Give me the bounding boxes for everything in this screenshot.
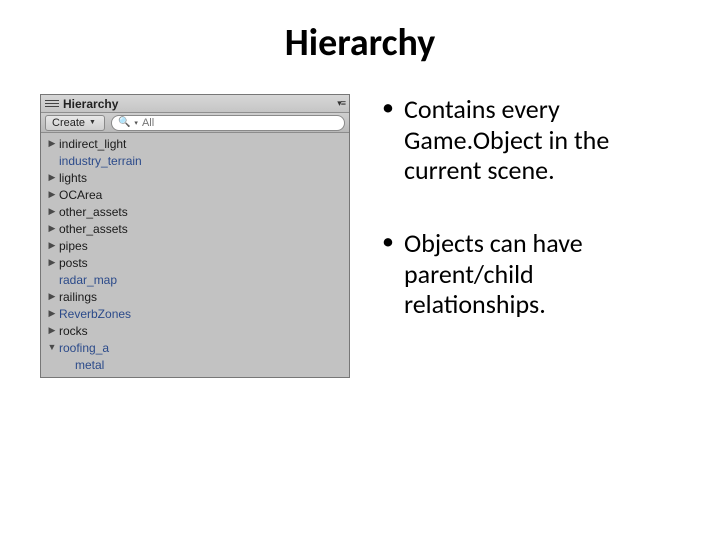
chevron-down-icon: ▼ bbox=[89, 119, 96, 126]
hierarchy-item-label: pipes bbox=[57, 239, 88, 253]
create-button[interactable]: Create ▼ bbox=[45, 115, 105, 131]
bullet-item: Contains every Game.Object in the curren… bbox=[380, 94, 680, 186]
expand-arrow-icon[interactable]: ▶ bbox=[47, 308, 57, 319]
expand-arrow-icon[interactable]: ▶ bbox=[47, 257, 57, 268]
hierarchy-item-label: ReverbZones bbox=[57, 307, 131, 321]
content-row: Hierarchy ▾≡ Create ▼ 🔍 ▾ ▶indirect_ligh… bbox=[40, 94, 680, 378]
collapse-arrow-icon[interactable]: ▼ bbox=[47, 342, 57, 352]
expand-arrow-icon[interactable]: ▶ bbox=[47, 138, 57, 149]
hierarchy-item-label: other_assets bbox=[57, 205, 128, 219]
hierarchy-item[interactable]: ▶lights bbox=[41, 169, 349, 186]
search-field[interactable]: 🔍 ▾ bbox=[111, 115, 345, 131]
hierarchy-item-label: OCArea bbox=[57, 188, 102, 202]
hierarchy-item[interactable]: ▶other_assets bbox=[41, 220, 349, 237]
hierarchy-item[interactable]: ▶rocks bbox=[41, 322, 349, 339]
hierarchy-tree: ▶indirect_lightindustry_terrain▶lights▶O… bbox=[41, 133, 349, 377]
expand-arrow-icon[interactable]: ▶ bbox=[47, 325, 57, 336]
panel-menu-icon[interactable]: ▾≡ bbox=[337, 98, 345, 109]
hierarchy-item-label: other_assets bbox=[57, 222, 128, 236]
bullet-list: Contains every Game.Object in the curren… bbox=[380, 94, 680, 378]
hierarchy-item[interactable]: ▶other_assets bbox=[41, 203, 349, 220]
hierarchy-panel-wrap: Hierarchy ▾≡ Create ▼ 🔍 ▾ ▶indirect_ligh… bbox=[40, 94, 350, 378]
hierarchy-item-label: posts bbox=[57, 256, 88, 270]
hierarchy-item-label: railings bbox=[57, 290, 97, 304]
hierarchy-item-label: metal bbox=[73, 358, 104, 372]
hierarchy-panel: Hierarchy ▾≡ Create ▼ 🔍 ▾ ▶indirect_ligh… bbox=[40, 94, 350, 378]
hierarchy-item[interactable]: ▶posts bbox=[41, 254, 349, 271]
search-icon: 🔍 bbox=[118, 117, 130, 128]
hierarchy-item-label: industry_terrain bbox=[57, 154, 142, 168]
panel-toolbar: Create ▼ 🔍 ▾ bbox=[41, 113, 349, 133]
expand-arrow-icon[interactable]: ▶ bbox=[47, 172, 57, 183]
search-input[interactable] bbox=[142, 117, 338, 129]
hierarchy-item[interactable]: ▶ReverbZones bbox=[41, 305, 349, 322]
slide-title: Hierarchy bbox=[40, 20, 680, 66]
create-button-label: Create bbox=[52, 117, 85, 129]
bullet-item: Objects can have parent/child relationsh… bbox=[380, 228, 680, 320]
chevron-down-icon: ▾ bbox=[134, 119, 138, 127]
expand-arrow-icon[interactable]: ▶ bbox=[47, 189, 57, 200]
slide: Hierarchy Hierarchy ▾≡ Create ▼ bbox=[0, 0, 720, 540]
hierarchy-item[interactable]: metal bbox=[41, 356, 349, 373]
hierarchy-item[interactable]: industry_terrain bbox=[41, 152, 349, 169]
expand-arrow-icon[interactable]: ▶ bbox=[47, 291, 57, 302]
hierarchy-item-label: roofing_a bbox=[57, 341, 109, 355]
panel-tab[interactable]: Hierarchy ▾≡ bbox=[41, 95, 349, 113]
expand-arrow-icon[interactable]: ▶ bbox=[47, 240, 57, 251]
hierarchy-item-label: lights bbox=[57, 171, 87, 185]
hierarchy-item-label: indirect_light bbox=[57, 137, 126, 151]
hierarchy-item[interactable]: ▼roofing_a bbox=[41, 339, 349, 356]
hierarchy-item-label: rocks bbox=[57, 324, 88, 338]
hamburger-icon bbox=[45, 100, 59, 107]
expand-arrow-icon[interactable]: ▶ bbox=[47, 223, 57, 234]
hierarchy-item[interactable]: ▶OCArea bbox=[41, 186, 349, 203]
hierarchy-item[interactable]: ▶indirect_light bbox=[41, 135, 349, 152]
panel-tab-title: Hierarchy bbox=[63, 97, 118, 111]
hierarchy-item-label: radar_map bbox=[57, 273, 117, 287]
hierarchy-item[interactable]: ▶pipes bbox=[41, 237, 349, 254]
hierarchy-item[interactable]: ▶railings bbox=[41, 288, 349, 305]
hierarchy-item[interactable]: radar_map bbox=[41, 271, 349, 288]
expand-arrow-icon[interactable]: ▶ bbox=[47, 206, 57, 217]
